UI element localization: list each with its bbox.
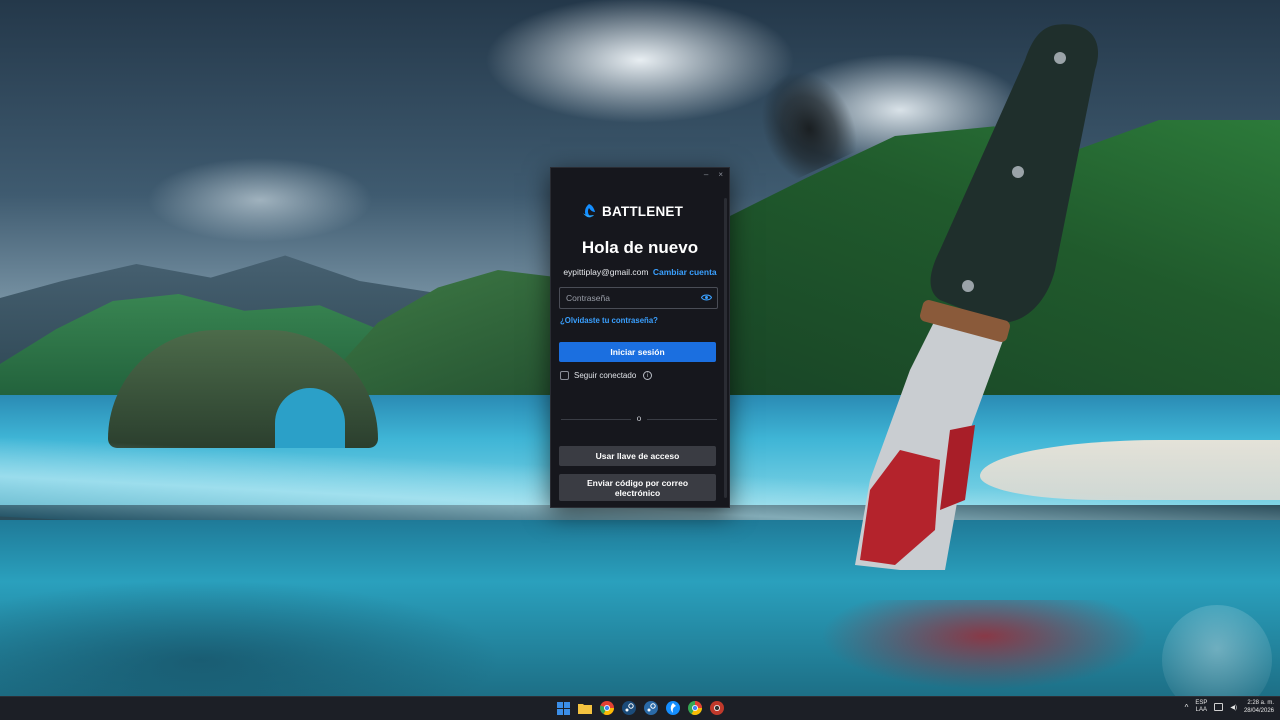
divider-left (561, 419, 631, 420)
keep-signed-in-row: Seguir conectado i (560, 371, 653, 380)
change-account-link[interactable]: Cambiar cuenta (653, 267, 717, 277)
info-icon[interactable]: i (643, 371, 653, 380)
taskbar: ^ ESP LAA ◀) 2:28 a. m. 28/04/2026 (0, 696, 1280, 720)
file-explorer-icon[interactable] (577, 700, 593, 716)
steam-icon-2[interactable] (643, 700, 659, 716)
forgot-password-link[interactable]: ¿Olvidaste tu contraseña? (560, 316, 658, 325)
chrome-icon[interactable] (599, 700, 615, 716)
volume-icon[interactable]: ◀) (1230, 704, 1237, 711)
divider-text: o (636, 414, 642, 423)
battlenet-login-window: – × BATTLENET Hola de nuevo eypittiplay@… (550, 167, 730, 508)
blood-in-water (820, 600, 1150, 690)
language-indicator[interactable]: ESP LAA (1195, 700, 1207, 714)
show-password-icon[interactable] (701, 293, 712, 302)
keep-signed-in-checkbox[interactable] (560, 371, 569, 380)
system-tray: ^ ESP LAA ◀) 2:28 a. m. 28/04/2026 (1185, 699, 1274, 715)
battlenet-icon[interactable] (665, 700, 681, 716)
logo-wordmark: BATTLENET (602, 203, 684, 219)
keyboard-layout: LAA (1195, 707, 1207, 713)
close-button[interactable]: × (718, 170, 723, 179)
passkey-button[interactable]: Usar llave de acceso (559, 446, 716, 466)
clock-time: 2:28 a. m. (1247, 700, 1274, 706)
taskbar-apps (555, 700, 725, 716)
knife-artwork (855, 24, 1099, 570)
keep-signed-in-label[interactable]: Seguir conectado (574, 371, 636, 380)
battlenet-logo-icon (583, 204, 595, 218)
minimize-button[interactable]: – (704, 170, 708, 179)
login-heading: Hola de nuevo (581, 238, 699, 257)
language-code: ESP (1195, 700, 1208, 706)
clock-date: 28/04/2026 (1243, 708, 1274, 714)
window-controls: – × (704, 170, 723, 179)
password-field[interactable] (559, 287, 718, 309)
battlenet-logo: BATTLENET (581, 203, 683, 219)
password-input[interactable] (560, 289, 702, 307)
sign-in-button[interactable]: Iniciar sesión (559, 342, 716, 362)
chrome-icon-2[interactable] (687, 700, 703, 716)
network-icon[interactable] (1214, 703, 1224, 711)
chrome-dev-icon[interactable] (709, 700, 725, 716)
show-hidden-icons-chevron-icon[interactable]: ^ (1185, 703, 1189, 712)
account-line: eypittiplay@gmail.com Cambiar cuenta (551, 267, 729, 277)
steam-icon[interactable] (621, 700, 637, 716)
divider-right (647, 419, 717, 420)
email-code-button[interactable]: Enviar código por correo electrónico (559, 474, 716, 501)
windows-start-icon[interactable] (555, 700, 571, 716)
account-email: eypittiplay@gmail.com (563, 267, 649, 277)
clock[interactable]: 2:28 a. m. 28/04/2026 (1244, 699, 1274, 715)
